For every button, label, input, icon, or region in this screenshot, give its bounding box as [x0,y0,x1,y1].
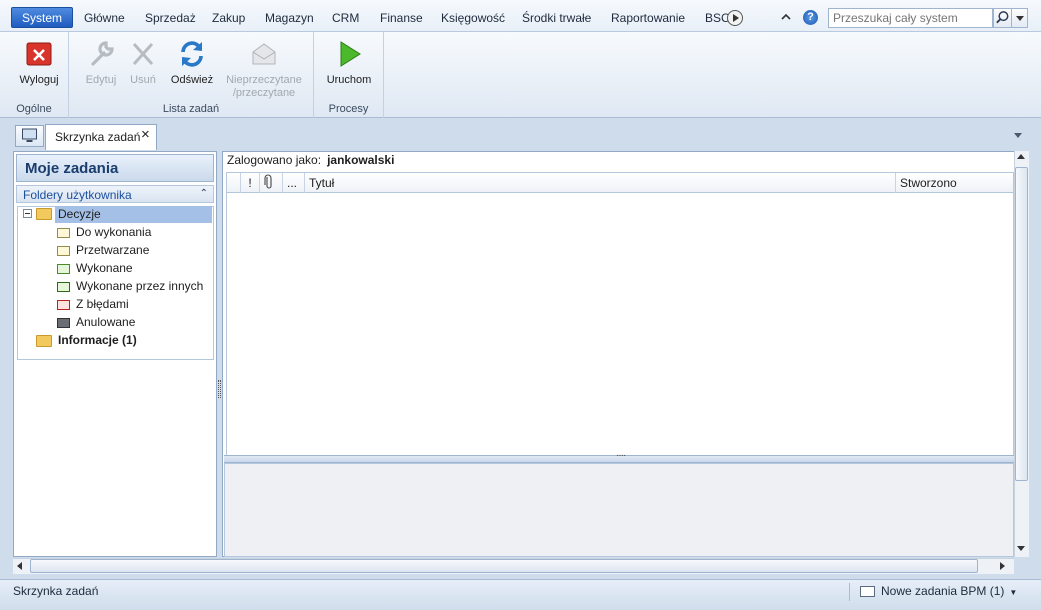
ribbon-group-label: Ogólne [16,103,52,115]
wrench-icon [91,41,114,66]
scroll-left-icon[interactable] [17,562,22,570]
envelope-users-check-icon [57,282,70,292]
run-button[interactable]: Uruchom [323,36,375,102]
read-unread-button[interactable]: Nieprzeczytane /przeczytane [224,36,304,102]
play-icon [340,41,361,67]
column-priority[interactable]: ! [241,173,260,193]
tab-close-icon[interactable]: × [141,127,155,143]
column-tytul[interactable]: Tytuł [305,173,896,193]
envelope-error-icon [57,300,70,310]
tree-item-informacje[interactable]: Informacje (1) [58,332,137,349]
menu-ksiegowosc[interactable]: Księgowość [441,8,505,28]
envelope-icon [860,586,875,597]
tree-item-do-wykonania[interactable]: Do wykonania [76,224,151,241]
scroll-right-icon[interactable] [1000,562,1005,570]
menu-finanse[interactable]: Finanse [380,8,423,28]
help-icon[interactable]: ? [803,10,818,25]
search-icon [996,11,1009,24]
status-separator [849,583,850,601]
menu-system[interactable]: System [11,7,73,28]
scroll-up-icon[interactable] [1017,154,1025,159]
ribbon-group-procesy: Uruchom Procesy [314,32,384,118]
tree-item-wykonane[interactable]: Wykonane [76,260,133,277]
envelope-cancelled-icon [57,318,70,328]
menu-sprzedaz[interactable]: Sprzedaż [145,8,196,28]
vertical-splitter[interactable] [218,380,221,398]
tab-list-dropdown-icon[interactable] [1014,133,1022,138]
vertical-scroll-thumb[interactable] [1015,167,1028,481]
tree-item-anulowane[interactable]: Anulowane [76,314,135,331]
ribbon-group-ogolne: Wyloguj Ogólne [0,32,69,118]
menu-scroll-right-icon[interactable] [727,10,743,26]
column-stworzono[interactable]: Stworzono [896,173,1014,193]
search-button[interactable] [993,8,1012,28]
user-folders-header[interactable]: Foldery użytkownika ⌃ [16,185,214,203]
envelope-icon [57,228,70,238]
edit-button[interactable]: Edytuj [79,36,123,102]
grid-header: ! ... Tytuł Stworzono [226,172,1014,193]
menu-crm[interactable]: CRM [332,8,359,28]
tree-item-wykonane-przez-innych[interactable]: Wykonane przez innych [76,278,203,295]
folder-icon [36,335,52,347]
column-attachment[interactable] [260,173,283,193]
search-dropdown-button[interactable] [1012,8,1028,28]
monitor-icon [22,128,37,142]
menu-bsc[interactable]: BSC [705,8,730,28]
ribbon-group-label: Procesy [328,103,369,115]
tree-item-z-bledami[interactable]: Z błędami [76,296,129,313]
search-input[interactable] [828,8,993,28]
bpm-notification[interactable]: Nowe zadania BPM (1) ▼ [860,584,1017,598]
logout-icon [26,42,52,66]
menu-zakup[interactable]: Zakup [212,8,245,28]
ribbon-group-lista-zadan: Edytuj Usuń Odśwież Nieprzeczytane /prze… [69,32,314,118]
logged-user: jankowalski [327,153,395,167]
column-more[interactable]: ... [283,173,305,193]
delete-x-icon [132,42,154,66]
menu-raportowanie[interactable]: Raportowanie [611,8,685,28]
paperclip-icon [264,174,272,189]
menu-srodki-trwale[interactable]: Środki trwałe [522,8,591,28]
collapse-icon[interactable]: ⌃ [200,188,208,199]
task-grid[interactable] [226,193,1014,455]
menu-magazyn[interactable]: Magazyn [265,8,314,28]
ribbon-group-label: Lista zadań [162,103,220,115]
chevron-down-icon: ▼ [1009,588,1018,597]
horizontal-splitter[interactable] [224,450,1014,463]
horizontal-scroll-thumb[interactable] [30,559,978,573]
panel-title: Moje zadania [16,154,214,182]
column-select[interactable] [227,173,241,193]
refresh-icon [181,41,203,67]
delete-button[interactable]: Usuń [125,36,161,102]
envelope-read-icon [252,43,276,65]
menu-glowne[interactable]: Główne [84,8,125,28]
home-tab-button[interactable] [15,125,44,147]
logged-in-info: Zalogowano jako: jankowalski [227,153,395,167]
refresh-button[interactable]: Odśwież [168,36,216,102]
scroll-down-icon[interactable] [1017,546,1025,551]
tree-item-decyzje[interactable]: Decyzje [55,206,212,223]
envelope-clock-icon [57,246,70,256]
tree-item-przetwarzane[interactable]: Przetwarzane [76,242,149,259]
menu-bar: System Główne Sprzedaż Zakup Magazyn CRM… [0,0,1041,32]
preview-pane [224,463,1014,557]
envelope-check-icon [57,264,70,274]
ribbon: Wyloguj Ogólne Edytuj Usuń Odśwież Niepr… [0,32,1041,118]
status-text: Skrzynka zadań [13,584,99,598]
minimize-ribbon-icon[interactable] [779,10,793,24]
tree-collapse-icon[interactable] [23,209,32,218]
logout-button[interactable]: Wyloguj [14,36,64,102]
folder-open-icon [36,208,52,220]
